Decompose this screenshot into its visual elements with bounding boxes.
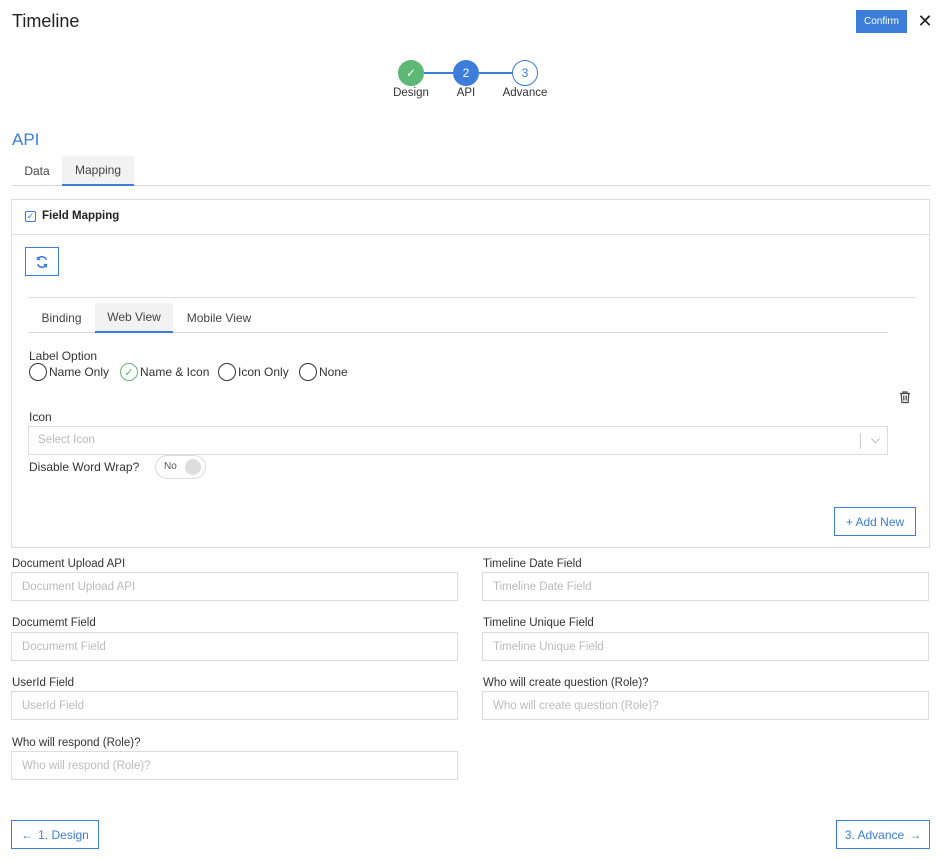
tab-mapping[interactable]: Mapping: [62, 156, 134, 186]
arrow-left-icon: ←: [21, 827, 34, 842]
timeline-unique-field-label: Timeline Unique Field: [483, 617, 594, 629]
stepper-line-2: [479, 72, 512, 74]
radio-name-only[interactable]: Name Only: [29, 363, 109, 381]
radio-label: Name Only: [49, 365, 110, 379]
icon-select-placeholder: Select Icon: [38, 434, 95, 446]
radio-label: Name & Icon: [140, 365, 210, 379]
word-wrap-label: Disable Word Wrap?: [29, 460, 140, 474]
userid-field-input[interactable]: [11, 691, 458, 720]
add-new-button[interactable]: + Add New: [834, 507, 916, 536]
radio-checked-icon: ✓: [120, 363, 138, 381]
radio-circle-icon: [29, 363, 47, 381]
label-option-title: Label Option: [29, 349, 98, 363]
step-advance[interactable]: 3: [512, 60, 538, 86]
field-mapping-panel: ✓ Field Mapping Binding Web View Mobile …: [11, 199, 930, 548]
refresh-button[interactable]: [25, 247, 59, 276]
radio-label: None: [319, 365, 348, 379]
who-respond-input[interactable]: [11, 751, 458, 780]
document-field-input[interactable]: [11, 632, 458, 661]
field-mapping-title: Field Mapping: [42, 210, 120, 222]
close-icon[interactable]: ✕: [917, 11, 933, 31]
document-upload-api-input[interactable]: [11, 572, 458, 601]
who-create-question-input[interactable]: [482, 691, 929, 720]
document-field-label: Documemt Field: [12, 617, 96, 629]
tab-mobile-view[interactable]: Mobile View: [173, 303, 265, 333]
back-button-label: 1. Design: [38, 827, 89, 842]
radio-none[interactable]: None: [299, 363, 348, 381]
chevron-down-icon[interactable]: ⌵: [871, 432, 880, 447]
timeline-unique-field-input[interactable]: [482, 632, 929, 661]
divider: [28, 297, 916, 298]
step-label-api: API: [456, 87, 476, 99]
step-api[interactable]: 2: [453, 60, 479, 86]
radio-icon-only[interactable]: Icon Only: [218, 363, 289, 381]
who-respond-label: Who will respond (Role)?: [12, 737, 141, 749]
userid-field-label: UserId Field: [12, 677, 74, 689]
timeline-date-field-input[interactable]: [482, 572, 929, 601]
arrow-right-icon: →: [909, 827, 922, 842]
icon-field-label: Icon: [29, 410, 52, 424]
next-button-label: 3. Advance: [844, 827, 905, 842]
checkbox-checked-icon[interactable]: ✓: [25, 211, 36, 222]
radio-circle-icon: [299, 363, 317, 381]
icon-select[interactable]: Select Icon ⌵: [28, 426, 888, 455]
page-title: Timeline: [12, 11, 80, 31]
word-wrap-toggle[interactable]: No: [155, 455, 206, 479]
tab-data[interactable]: Data: [12, 156, 62, 186]
stepper-line-1: [424, 72, 453, 74]
step-label-design: Design: [393, 87, 429, 99]
top-tabs: Data Mapping: [12, 156, 930, 186]
step-design[interactable]: ✓: [398, 60, 424, 86]
view-tabs: Binding Web View Mobile View: [28, 303, 888, 333]
radio-circle-icon: [218, 363, 236, 381]
tab-web-view[interactable]: Web View: [95, 303, 173, 333]
toggle-value: No: [164, 461, 177, 472]
next-advance-button[interactable]: 3. Advance →: [836, 820, 930, 849]
trash-icon[interactable]: [898, 390, 912, 404]
document-upload-api-label: Document Upload API: [12, 558, 126, 570]
who-create-question-label: Who will create question (Role)?: [483, 677, 649, 689]
timeline-date-field-label: Timeline Date Field: [483, 558, 582, 570]
step-label-advance: Advance: [502, 87, 548, 99]
back-design-button[interactable]: ← 1. Design: [11, 820, 99, 849]
tab-binding[interactable]: Binding: [28, 303, 95, 333]
section-title: API: [12, 130, 40, 149]
toggle-knob: [185, 459, 201, 475]
select-separator: [860, 433, 861, 449]
confirm-button[interactable]: Confirm: [856, 10, 907, 33]
radio-name-and-icon[interactable]: ✓ Name & Icon: [120, 363, 209, 381]
refresh-icon: [36, 255, 48, 268]
field-mapping-header: ✓ Field Mapping: [12, 200, 929, 235]
radio-label: Icon Only: [238, 365, 289, 379]
